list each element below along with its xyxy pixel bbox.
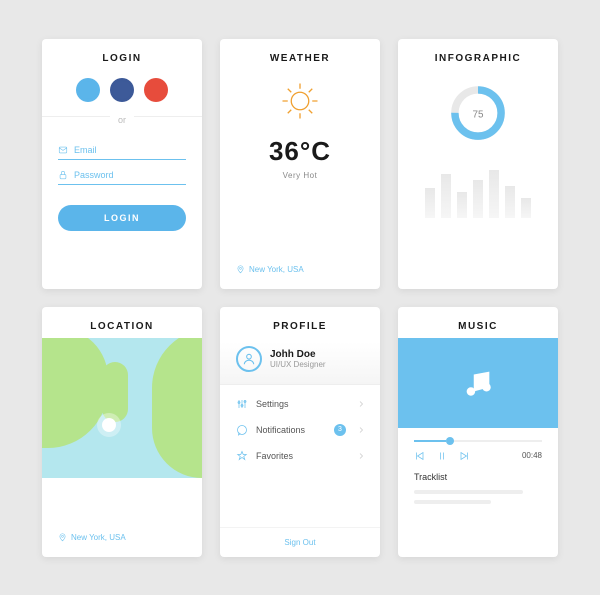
pin-icon <box>236 264 245 275</box>
social-login-row <box>42 74 202 116</box>
progress-value: 75 <box>473 109 484 120</box>
infographic-card: INFOGRAPHIC 75 <box>398 39 558 289</box>
tracklist: Tracklist <box>398 462 558 510</box>
weather-title: WEATHER <box>220 39 380 74</box>
item-label: Favorites <box>256 451 350 461</box>
profile-header: Johh Doe UI/UX Designer <box>220 342 380 385</box>
notification-badge: 3 <box>334 424 346 436</box>
bar <box>489 170 499 218</box>
tracklist-title: Tracklist <box>414 472 542 482</box>
sign-out-link[interactable]: Sign Out <box>220 527 380 557</box>
chevron-right-icon <box>358 452 364 460</box>
pause-button[interactable] <box>436 450 448 462</box>
bar <box>457 192 467 218</box>
profile-title: PROFILE <box>220 307 380 342</box>
password-label: Password <box>74 170 114 180</box>
music-note-icon <box>461 366 495 400</box>
profile-role: UI/UX Designer <box>270 360 326 369</box>
social-twitter-button[interactable] <box>76 78 100 102</box>
item-label: Notifications <box>256 425 326 435</box>
mail-icon <box>58 145 68 155</box>
playback-time: 00:48 <box>522 451 542 460</box>
profile-card: PROFILE Johh Doe UI/UX Designer Settings… <box>220 307 380 557</box>
album-art <box>398 338 558 428</box>
weather-card: WEATHER 36°C Very Hot New York, USA <box>220 39 380 289</box>
bar <box>505 186 515 218</box>
login-separator: or <box>42 116 202 135</box>
temperature-description: Very Hot <box>283 171 318 180</box>
star-icon <box>236 450 248 462</box>
weather-location: New York, USA <box>249 265 304 274</box>
prev-button[interactable] <box>414 450 426 462</box>
bar <box>441 174 451 218</box>
chevron-right-icon <box>358 400 364 408</box>
track-item[interactable] <box>414 500 491 504</box>
profile-name: Johh Doe <box>270 349 326 360</box>
login-title: LOGIN <box>42 39 202 74</box>
location-row[interactable]: New York, USA <box>42 532 202 557</box>
notifications-item[interactable]: Notifications 3 <box>220 417 380 443</box>
bar <box>425 188 435 218</box>
item-label: Settings <box>256 399 350 409</box>
lock-icon <box>58 170 68 180</box>
user-icon <box>242 352 256 366</box>
email-label: Email <box>74 145 97 155</box>
social-google-button[interactable] <box>144 78 168 102</box>
sliders-icon <box>236 398 248 410</box>
social-facebook-button[interactable] <box>110 78 134 102</box>
music-card: MUSIC 00:48 Tracklist <box>398 307 558 557</box>
progress-bar[interactable] <box>414 440 542 442</box>
bar-chart <box>425 170 531 218</box>
weather-location-row[interactable]: New York, USA <box>220 264 380 289</box>
infographic-title: INFOGRAPHIC <box>398 39 558 74</box>
location-text: New York, USA <box>71 533 126 542</box>
chevron-right-icon <box>358 426 364 434</box>
email-field[interactable]: Email <box>58 145 186 160</box>
location-card: LOCATION New York, USA <box>42 307 202 557</box>
map-view[interactable] <box>42 338 202 478</box>
avatar[interactable] <box>236 346 262 372</box>
map-marker[interactable] <box>102 418 116 432</box>
progress-knob[interactable] <box>446 437 454 445</box>
password-field[interactable]: Password <box>58 170 186 185</box>
login-button[interactable]: LOGIN <box>58 205 186 231</box>
track-item[interactable] <box>414 490 523 494</box>
next-button[interactable] <box>458 450 470 462</box>
settings-item[interactable]: Settings <box>220 391 380 417</box>
bar <box>473 180 483 218</box>
music-title: MUSIC <box>398 307 558 342</box>
sun-icon <box>279 80 321 122</box>
chat-icon <box>236 424 248 436</box>
bar <box>521 198 531 218</box>
favorites-item[interactable]: Favorites <box>220 443 380 469</box>
location-title: LOCATION <box>42 307 202 342</box>
pin-icon <box>58 532 67 543</box>
temperature-value: 36°C <box>269 136 331 167</box>
progress-ring: 75 <box>445 80 511 146</box>
login-card: LOGIN or Email Password LOGIN <box>42 39 202 289</box>
